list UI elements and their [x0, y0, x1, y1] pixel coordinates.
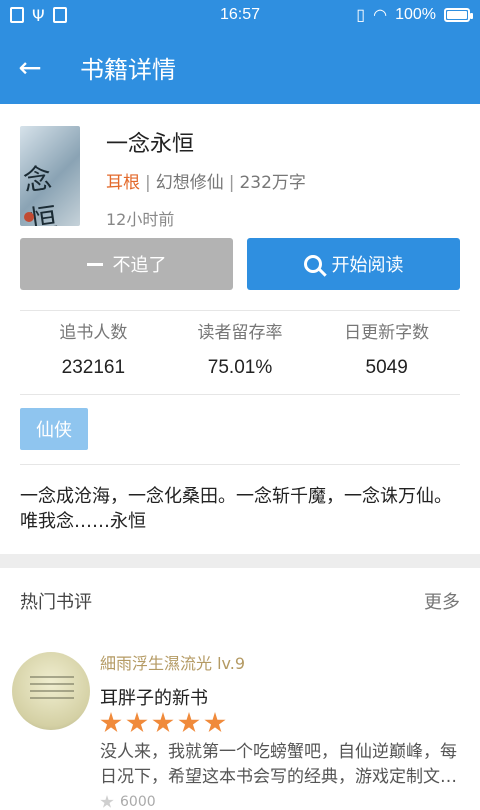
start-reading-label: 开始阅读 [331, 255, 404, 276]
search-icon [303, 255, 322, 273]
genre-tag[interactable]: 仙侠 [20, 408, 88, 450]
star-icon [152, 712, 174, 733]
page-title: 书籍详情 [80, 55, 176, 84]
start-reading-button[interactable]: 开始阅读 [247, 238, 460, 290]
book-author[interactable]: 耳根 [106, 173, 140, 193]
unfollow-button[interactable]: 不追了 [20, 238, 233, 290]
book-word-count: 232万字 [239, 173, 306, 193]
review-item[interactable]: 細雨浮生濕流光 lv.9 耳胖子的新书 没人来，我就第一个吃螃蟹吧，自仙逆巅峰，… [12, 642, 468, 810]
vibrate-icon: ▯ [356, 7, 366, 24]
book-stats: 追书人数 232161 读者留存率 75.01% 日更新字数 5049 [20, 318, 460, 394]
review-username[interactable]: 細雨浮生濕流光 lv.9 [100, 650, 245, 674]
battery-text: 100% [395, 6, 436, 23]
meta-separator: | [228, 173, 235, 193]
stat-label: 追书人数 [59, 323, 128, 343]
stat-value: 232161 [61, 357, 126, 378]
avatar[interactable] [12, 652, 90, 730]
reviews-more-link[interactable]: 更多 [424, 588, 460, 614]
status-right-icons: ▯ ◠ 100% [356, 5, 473, 25]
section-separator [0, 554, 480, 568]
stat-daily-words: 日更新字数 5049 [313, 318, 460, 394]
book-meta: 耳根 | 幻想修仙 | 232万字 [106, 168, 306, 193]
meta-separator: | [145, 173, 151, 193]
star-icon [178, 712, 200, 733]
book-category: 幻想修仙 [155, 173, 224, 193]
action-buttons: 不追了 开始阅读 [20, 238, 460, 292]
review-like-count: 6000 [120, 794, 156, 810]
review-likes: 6000 [100, 794, 156, 810]
star-icon [204, 712, 226, 733]
stat-value: 75.01% [207, 357, 273, 378]
review-rating [100, 712, 226, 734]
avatar-text-lines [30, 676, 74, 706]
notification-icon [10, 7, 24, 23]
cover-stamp [24, 212, 34, 222]
stat-label: 日更新字数 [344, 323, 430, 343]
star-icon [100, 712, 122, 733]
reviews-title: 热门书评 [20, 592, 92, 613]
minus-icon [86, 262, 103, 266]
book-updated: 12小时前 [106, 210, 175, 229]
wifi-icon: ◠ [373, 7, 388, 24]
star-icon [126, 712, 148, 733]
status-time: 16:57 [219, 6, 261, 23]
arrow-left-icon: ← [18, 50, 42, 84]
reviews-header: 热门书评 更多 [20, 588, 460, 618]
stat-retention: 读者留存率 75.01% [167, 318, 314, 394]
like-icon [100, 795, 114, 808]
back-button[interactable]: ← [0, 30, 60, 104]
stat-label: 读者留存率 [197, 323, 283, 343]
review-body: 没人来，我就第一个吃螃蟹吧，自仙逆巅峰，每日况下，希望这本书会写的经典，游戏定制… [100, 742, 457, 787]
book-cover[interactable]: 念恒 [20, 126, 80, 226]
usb-icon: Ψ [32, 5, 45, 25]
stat-followers: 追书人数 232161 [20, 318, 167, 394]
unfollow-label: 不追了 [112, 255, 167, 276]
status-bar: Ψ 16:57 ▯ ◠ 100% [0, 0, 480, 30]
battery-icon [444, 8, 473, 22]
review-title: 耳胖子的新书 [100, 688, 208, 709]
app-bar: ← 书籍详情 [0, 30, 480, 104]
divider [20, 310, 460, 311]
book-description[interactable]: 一念成沧海，一念化桑田。一念斩千魔，一念诛万仙。唯我念……永恒 [20, 484, 460, 534]
divider [20, 394, 460, 395]
book-info: 念恒 一念永恒 耳根 | 幻想修仙 | 232万字 12小时前 [20, 126, 460, 236]
status-left-icons: Ψ [10, 6, 67, 25]
book-detail-content: 念恒 一念永恒 耳根 | 幻想修仙 | 232万字 12小时前 不追了 开始阅读 追书人… [0, 104, 480, 810]
app-notification-icon [52, 7, 67, 23]
book-title: 一念永恒 [106, 132, 195, 157]
divider [20, 464, 460, 465]
stat-value: 5049 [365, 357, 408, 378]
